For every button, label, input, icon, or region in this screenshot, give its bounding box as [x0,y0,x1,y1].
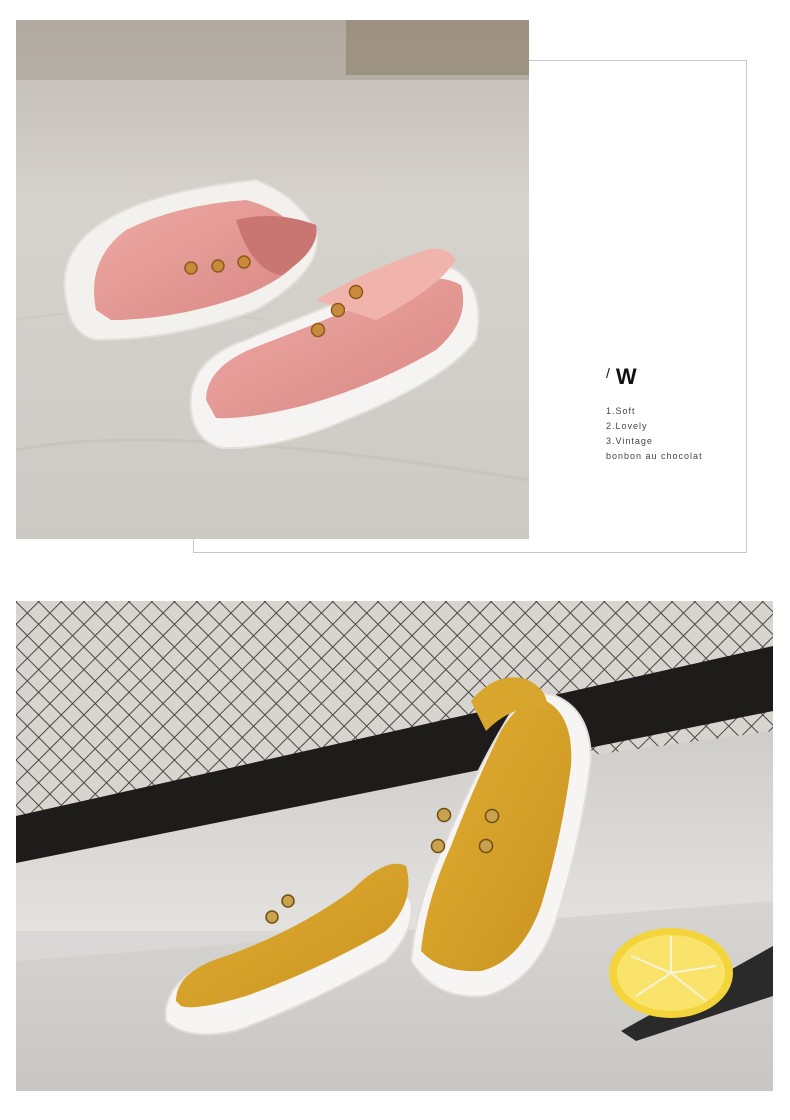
caption-title: W [615,364,638,389]
caption-title-row: / W [606,364,746,394]
feature-item: 1.Soft [606,406,636,416]
feature-item: 2.Lovely [606,421,648,431]
feature-list: 1.Soft 2.Lovely 3.Vintage bonbon au choc… [606,404,746,464]
product-photo-pink [16,20,529,539]
product-caption: / W 1.Soft 2.Lovely 3.Vintage bonbon au … [606,364,746,464]
caption-tagline: bonbon au chocolat [606,451,703,461]
product-photo-yellow [16,601,773,1091]
feature-item: 3.Vintage [606,436,653,446]
caption-slash: / [606,365,610,381]
